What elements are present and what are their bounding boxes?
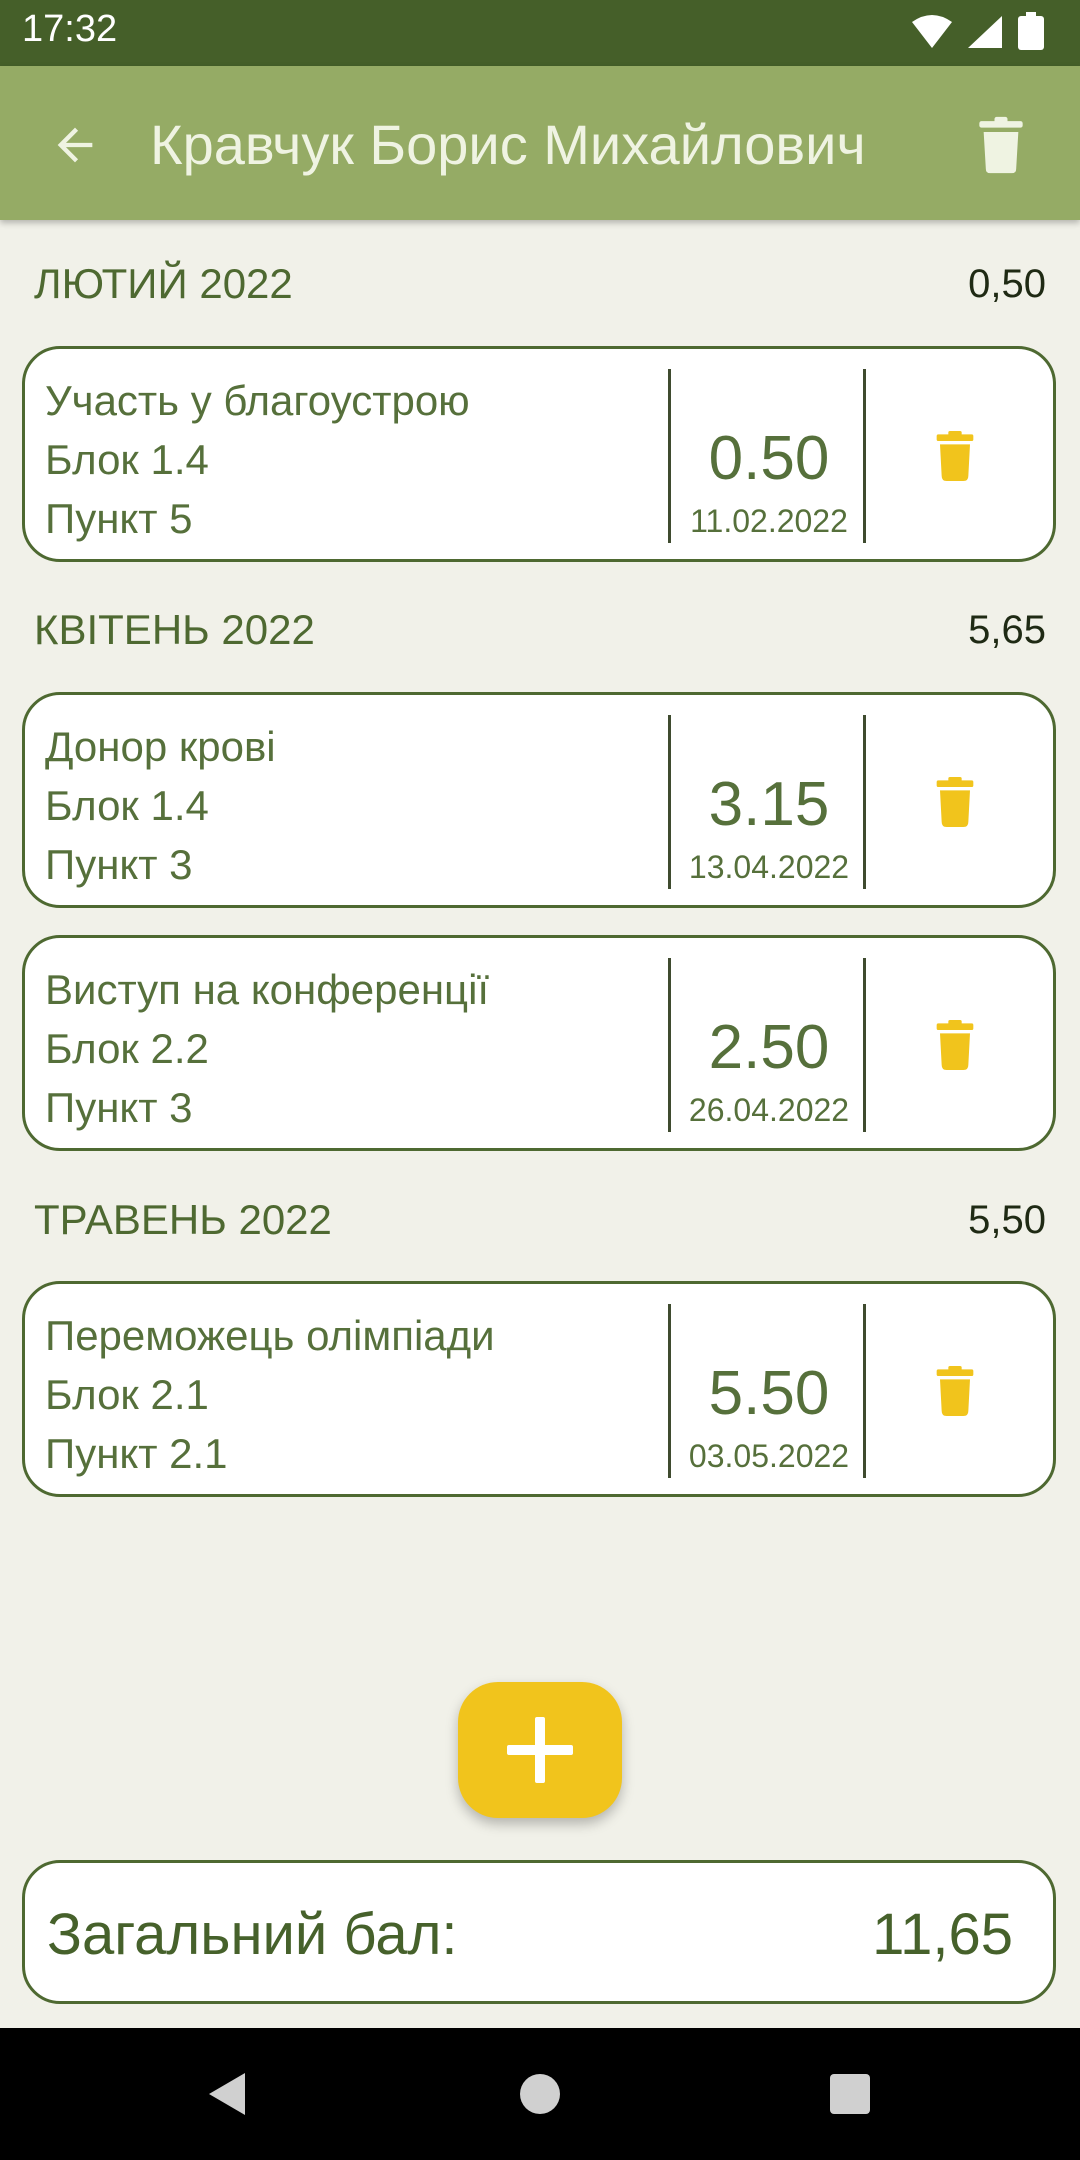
nav-back-button[interactable]	[196, 2064, 256, 2124]
arrow-back-icon	[57, 127, 93, 163]
record-date: 26.04.2022	[688, 1092, 850, 1128]
record-title: Виступ на конференції	[45, 966, 490, 1013]
record-point: Пункт 3	[45, 841, 193, 888]
divider	[863, 1304, 866, 1478]
month-name: ТРАВЕНЬ 2022	[34, 1196, 332, 1243]
status-bar: 17:32	[0, 0, 1080, 66]
nav-home-button[interactable]	[510, 2064, 570, 2124]
trash-icon	[979, 116, 1023, 174]
delete-record-button[interactable]	[925, 1358, 985, 1424]
record-point: Пункт 3	[45, 1084, 193, 1131]
record-block: Блок 1.4	[45, 436, 209, 483]
home-circle-icon	[520, 2074, 560, 2114]
divider	[668, 958, 671, 1132]
record-block: Блок 2.1	[45, 1371, 209, 1418]
month-name: КВІТЕНЬ 2022	[34, 606, 315, 653]
delete-record-button[interactable]	[925, 769, 985, 835]
record-score: 2.50	[708, 1013, 830, 1082]
record-info: Донор крові Блок 1.4 Пункт 3	[45, 717, 665, 894]
wifi-icon	[912, 15, 952, 48]
total-card: Загальний бал: 11,65	[22, 1860, 1056, 2004]
divider	[863, 715, 866, 889]
nav-recents-button[interactable]	[820, 2064, 880, 2124]
month-total: 5,50	[968, 1198, 1046, 1242]
month-name: ЛЮТИЙ 2022	[34, 260, 293, 307]
divider	[668, 715, 671, 889]
record-block: Блок 1.4	[45, 782, 209, 829]
month-header: КВІТЕНЬ 2022 5,65	[34, 600, 1046, 660]
delete-record-button[interactable]	[925, 1012, 985, 1078]
record-score-block: 5.50 03.05.2022	[672, 1284, 866, 1494]
record-date: 13.04.2022	[688, 849, 850, 885]
status-time: 17:32	[22, 8, 118, 50]
month-header: ЛЮТИЙ 2022 0,50	[34, 254, 1046, 314]
record-title: Донор крові	[45, 723, 276, 770]
record-score-block: 0.50 11.02.2022	[672, 349, 866, 559]
divider	[668, 1304, 671, 1478]
divider	[863, 958, 866, 1132]
record-card[interactable]: Переможець олімпіади Блок 2.1 Пункт 2.1 …	[22, 1281, 1056, 1497]
delete-record-button[interactable]	[925, 423, 985, 489]
divider	[668, 369, 671, 543]
month-total: 5,65	[968, 608, 1046, 652]
total-value: 11,65	[872, 1902, 1013, 1967]
record-score: 0.50	[708, 424, 830, 493]
add-record-button[interactable]	[458, 1682, 622, 1818]
record-card[interactable]: Участь у благоустрою Блок 1.4 Пункт 5 0.…	[22, 346, 1056, 562]
record-title: Переможець олімпіади	[45, 1312, 495, 1359]
plus-icon	[507, 1717, 573, 1783]
total-label: Загальний бал:	[47, 1902, 458, 1967]
record-score: 3.15	[708, 770, 830, 839]
signal-icon	[968, 16, 1002, 48]
app-bar: Кравчук Борис Михайлович	[0, 66, 1080, 220]
record-score-block: 2.50 26.04.2022	[672, 938, 866, 1148]
delete-all-button[interactable]	[966, 110, 1036, 180]
battery-icon	[1018, 12, 1044, 50]
record-block: Блок 2.2	[45, 1025, 209, 1072]
record-info: Переможець олімпіади Блок 2.1 Пункт 2.1	[45, 1306, 665, 1483]
record-score: 5.50	[708, 1359, 830, 1428]
record-point: Пункт 5	[45, 495, 193, 542]
back-button[interactable]	[40, 110, 110, 180]
trash-icon	[936, 1366, 974, 1416]
trash-icon	[936, 431, 974, 481]
record-score-block: 3.15 13.04.2022	[672, 695, 866, 905]
navigation-bar	[0, 2028, 1080, 2160]
recents-square-icon	[830, 2074, 870, 2114]
record-title: Участь у благоустрою	[45, 377, 470, 424]
divider	[863, 369, 866, 543]
record-card[interactable]: Виступ на конференції Блок 2.2 Пункт 3 2…	[22, 935, 1056, 1151]
month-total: 0,50	[968, 262, 1046, 306]
page-title: Кравчук Борис Михайлович	[150, 113, 866, 176]
record-date: 11.02.2022	[690, 503, 848, 539]
record-date: 03.05.2022	[688, 1438, 850, 1474]
trash-icon	[936, 777, 974, 827]
record-info: Виступ на конференції Блок 2.2 Пункт 3	[45, 960, 665, 1137]
record-info: Участь у благоустрою Блок 1.4 Пункт 5	[45, 371, 665, 548]
month-header: ТРАВЕНЬ 2022 5,50	[34, 1190, 1046, 1250]
record-card[interactable]: Донор крові Блок 1.4 Пункт 3 3.15 13.04.…	[22, 692, 1056, 908]
trash-icon	[936, 1020, 974, 1070]
record-point: Пункт 2.1	[45, 1430, 228, 1477]
back-triangle-icon	[209, 2073, 245, 2115]
status-icons	[912, 12, 1044, 50]
